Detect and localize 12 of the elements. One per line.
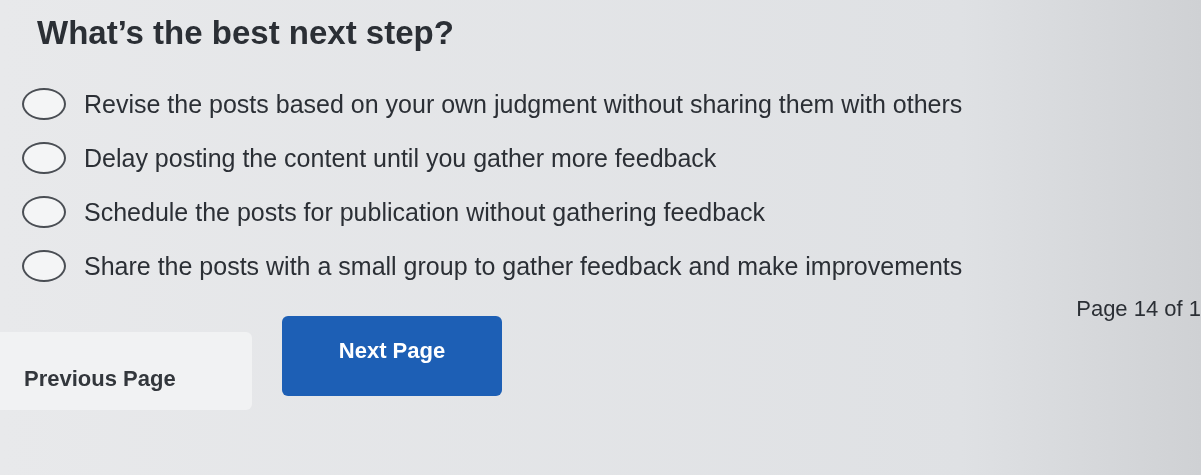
radio-button[interactable] bbox=[22, 196, 66, 228]
page-indicator: Page 14 of 1 bbox=[1076, 296, 1201, 322]
question-title: What’s the best next step? bbox=[37, 14, 455, 52]
radio-button[interactable] bbox=[22, 250, 66, 282]
next-page-button[interactable]: Next Page bbox=[282, 316, 502, 396]
previous-page-button[interactable]: Previous Page bbox=[0, 332, 252, 410]
option-label[interactable]: Schedule the posts for publication without gathering feedback bbox=[84, 197, 765, 227]
option-label[interactable]: Delay posting the content until you gather more feedback bbox=[84, 143, 717, 173]
radio-button[interactable] bbox=[22, 88, 66, 120]
radio-button[interactable] bbox=[22, 142, 66, 174]
option-label[interactable]: Share the posts with a small group to gather feedback and make improvements bbox=[84, 251, 963, 281]
option-label[interactable]: Revise the posts based on your own judgment without sharing them with others bbox=[84, 89, 963, 119]
